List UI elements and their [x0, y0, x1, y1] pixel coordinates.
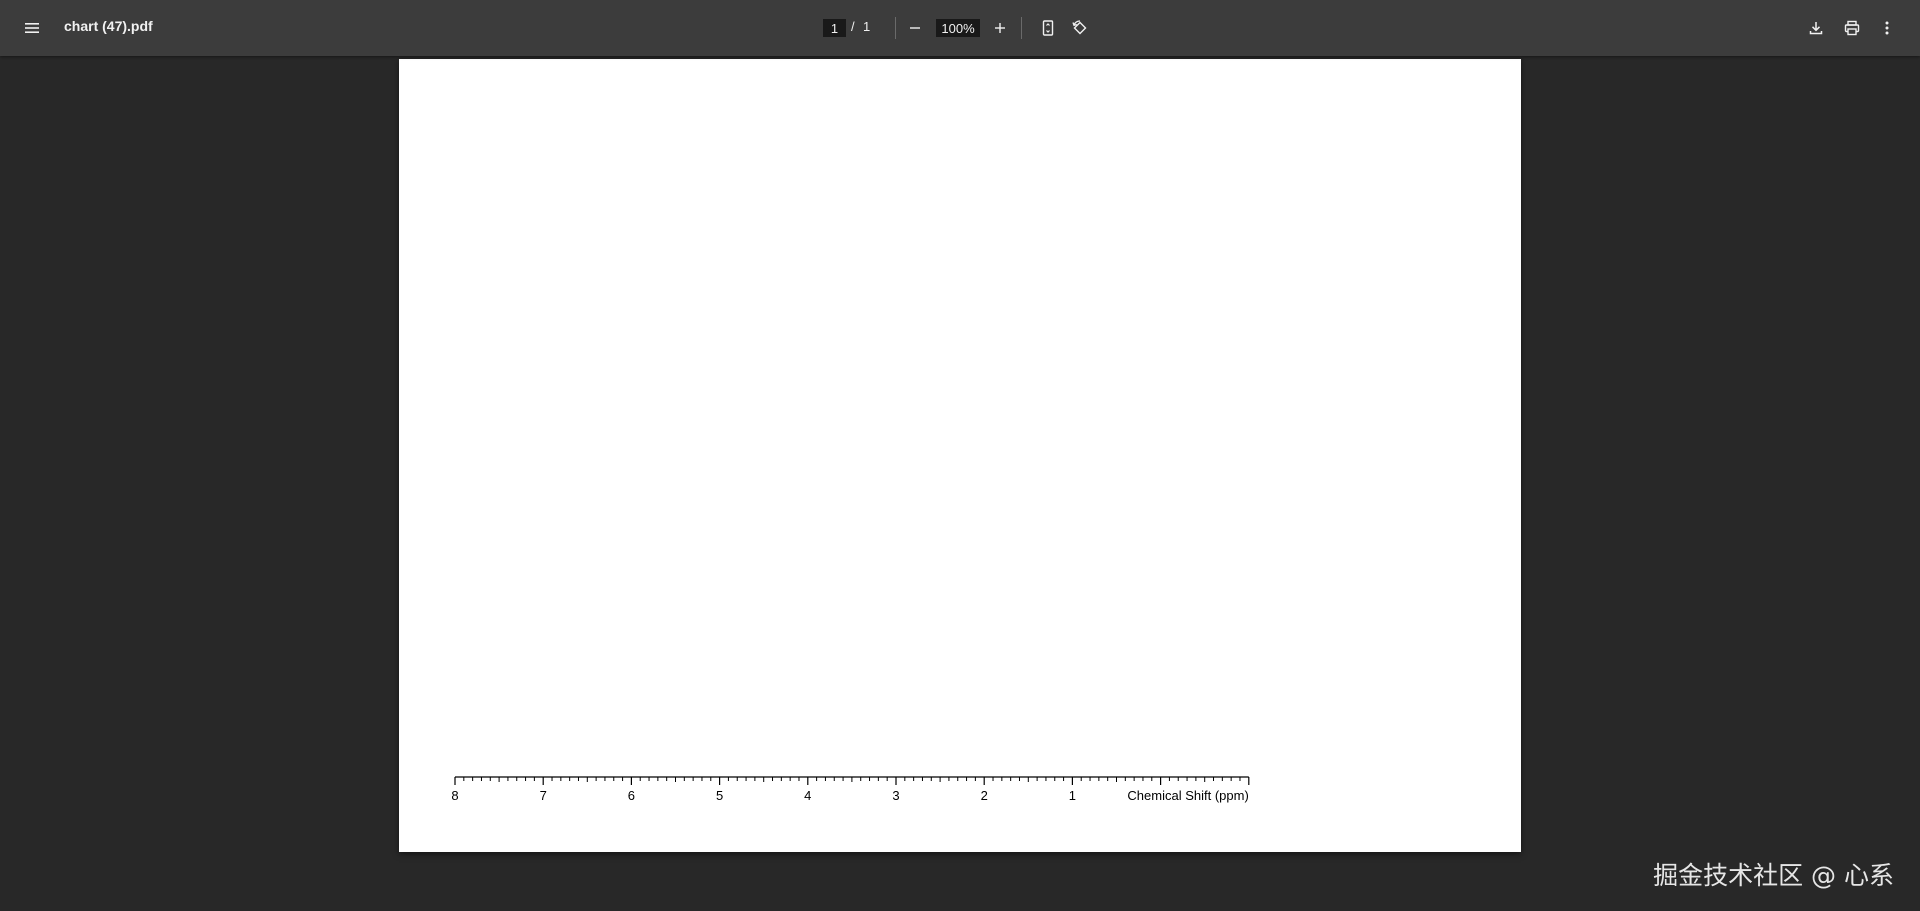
- x-tick-labels: 8 7 6 5 4 3 2 1: [451, 788, 1076, 803]
- zoom-in-button[interactable]: [984, 12, 1016, 44]
- download-button[interactable]: [1800, 12, 1832, 44]
- x-tick-label: 8: [451, 788, 458, 803]
- x-axis-label: Chemical Shift (ppm): [1127, 788, 1248, 803]
- document-title: chart (47).pdf: [64, 18, 153, 34]
- menu-icon[interactable]: [16, 12, 48, 44]
- minor-ticks: [463, 777, 1241, 782]
- x-tick-label: 3: [892, 788, 899, 803]
- toolbar-divider: [1021, 17, 1022, 39]
- toolbar-divider: [895, 17, 896, 39]
- plus-icon: [995, 23, 1005, 33]
- pdf-viewer[interactable]: 8 7 6 5 4 3 2 1 Chemical Shift (ppm): [0, 56, 1920, 911]
- zoom-out-button[interactable]: [899, 12, 931, 44]
- x-tick-label: 4: [804, 788, 811, 803]
- nmr-chart: 8 7 6 5 4 3 2 1 Chemical Shift (ppm): [451, 776, 1250, 803]
- rotate-icon: [1072, 20, 1087, 35]
- x-tick-label: 2: [981, 788, 988, 803]
- x-tick-label: 1: [1069, 788, 1076, 803]
- minus-icon: [910, 27, 920, 29]
- print-button[interactable]: [1836, 12, 1868, 44]
- watermark: 掘金技术社区 @ 心系: [1653, 861, 1894, 890]
- page-total: 1: [863, 19, 871, 34]
- download-icon: [1809, 22, 1823, 35]
- fit-to-page-button[interactable]: [1032, 12, 1064, 44]
- more-actions-button[interactable]: [1871, 12, 1903, 44]
- zoom-input[interactable]: [936, 19, 980, 37]
- page-separator: /: [851, 19, 855, 34]
- print-icon: [1844, 20, 1860, 36]
- x-tick-label: 5: [716, 788, 723, 803]
- pdf-page: 8 7 6 5 4 3 2 1 Chemical Shift (ppm): [399, 59, 1521, 852]
- x-tick-label: 7: [540, 788, 547, 803]
- rotate-button[interactable]: [1064, 12, 1096, 44]
- page-number-input[interactable]: [823, 19, 846, 37]
- more-vert-icon: [1885, 21, 1889, 35]
- fit-to-page-icon: [1042, 20, 1054, 36]
- x-tick-label: 6: [628, 788, 635, 803]
- pdf-toolbar: chart (47).pdf / 1: [0, 0, 1920, 56]
